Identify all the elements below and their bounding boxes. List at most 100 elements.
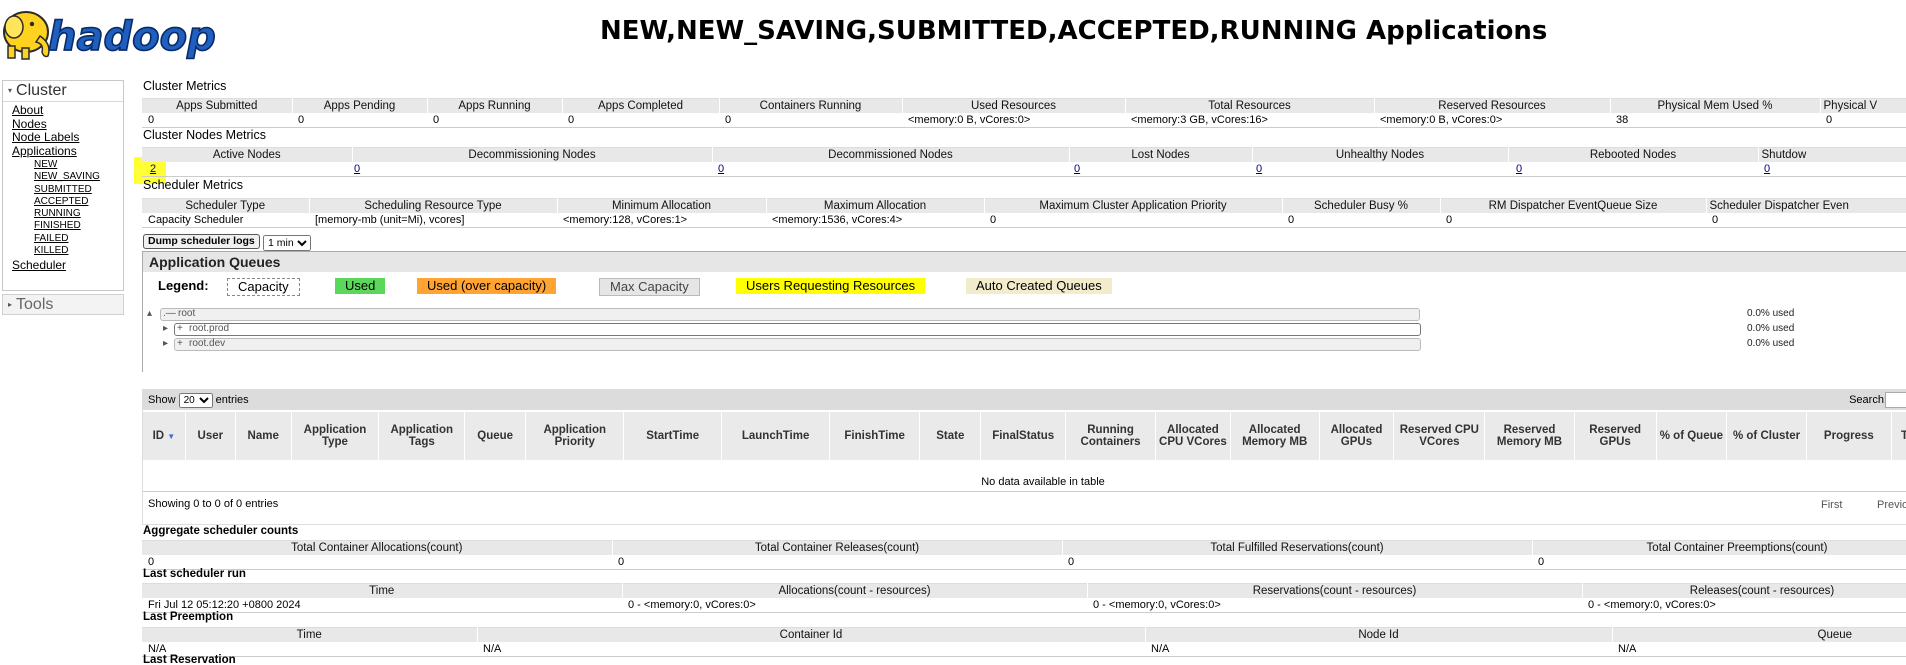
nav-tools-header[interactable]: ▸ Tools: [3, 295, 123, 315]
nav-tools-panel[interactable]: ▸ Tools: [2, 294, 124, 315]
table-header: Scheduling Resource Type: [309, 198, 558, 213]
nodes-metrics-value-row: 2 0 0 0 0 0 0: [142, 162, 1906, 177]
queue-expander-prod[interactable]: ▸: [163, 323, 168, 334]
queue-bar-root[interactable]: .— root: [160, 308, 1420, 321]
nav-state-new[interactable]: NEW: [34, 159, 57, 170]
table-cell: 0: [1706, 213, 1906, 228]
pagination-first-button[interactable]: First: [1821, 499, 1842, 511]
table-cell: 0: [612, 555, 1062, 570]
table-cell: 0: [1062, 555, 1532, 570]
column-header-allocated-gpus[interactable]: Allocated GPUs: [1319, 412, 1395, 460]
search-input[interactable]: [1885, 392, 1906, 408]
nav-state-accepted[interactable]: ACCEPTED: [34, 196, 88, 207]
column-header-user[interactable]: User: [185, 412, 236, 460]
queue-expander-dev[interactable]: ▸: [163, 338, 168, 349]
table-header: Maximum Cluster Application Priority: [984, 198, 1283, 213]
aggregate-value-row: 0 0 0 0: [142, 555, 1906, 570]
table-header: Apps Submitted: [142, 98, 293, 113]
nav-link-applications[interactable]: Applications: [12, 144, 77, 158]
nav-state-killed[interactable]: KILLED: [34, 245, 68, 256]
table-header: Lost Nodes: [1069, 147, 1253, 162]
column-header-finalstatus[interactable]: FinalStatus: [980, 412, 1066, 460]
column-header-running-containers[interactable]: Running Containers: [1065, 412, 1157, 460]
column-header-queue[interactable]: Queue: [464, 412, 527, 460]
last-preemption-table: Time Container Id Node Id Queue N/A N/A …: [142, 627, 1906, 657]
table-header: Scheduler Busy %: [1282, 198, 1441, 213]
unhealthy-nodes-link[interactable]: 0: [1256, 163, 1262, 175]
column-header-reserved-cpu[interactable]: Reserved CPU VCores: [1393, 412, 1486, 460]
nav-state-running[interactable]: RUNNING: [34, 208, 81, 219]
entries-label: entries: [215, 394, 249, 406]
dump-scheduler-logs-button[interactable]: Dump scheduler logs: [143, 234, 260, 249]
nav-app-states: NEW NEW_SAVING SUBMITTED ACCEPTED RUNNIN…: [12, 159, 123, 257]
last-run-title: Last scheduler run: [143, 568, 246, 580]
table-info: Showing 0 to 0 of 0 entries: [148, 498, 279, 510]
table-cell: 0: [984, 213, 1282, 228]
column-header-application-type[interactable]: Application Type: [291, 412, 380, 460]
table-cell: 0: [1282, 213, 1440, 228]
decommissioning-nodes-link[interactable]: 0: [354, 163, 360, 175]
active-nodes-link[interactable]: 2: [150, 163, 156, 175]
decommissioned-nodes-link[interactable]: 0: [718, 163, 724, 175]
table-header: Unhealthy Nodes: [1252, 147, 1509, 162]
nav-tools-label: Tools: [16, 296, 54, 313]
application-queues-title: Application Queues: [143, 252, 1906, 272]
column-header-starttime[interactable]: StartTime: [623, 412, 723, 460]
nav-state-failed[interactable]: FAILED: [34, 233, 68, 244]
column-header-id[interactable]: ID ▼: [143, 412, 186, 460]
column-header-tracking-ui[interactable]: Track U: [1891, 412, 1906, 460]
nav-link-scheduler[interactable]: Scheduler: [12, 258, 66, 273]
table-header: Container Id: [477, 627, 1146, 642]
nav-state-finished[interactable]: FINISHED: [34, 220, 81, 231]
legend-used-over-capacity: Used (over capacity): [417, 278, 557, 294]
queue-bar-dev[interactable]: + root.dev: [174, 338, 1421, 351]
aggregate-counts-title: Aggregate scheduler counts: [143, 525, 299, 537]
table-header: Apps Running: [427, 98, 563, 113]
column-header-allocated-cpu[interactable]: Allocated CPU VCores: [1155, 412, 1231, 460]
column-header-application-priority[interactable]: Application Priority: [525, 412, 625, 460]
legend-users-requesting: Users Requesting Resources: [736, 278, 926, 294]
queue-prod-used: 0.0% used: [1747, 323, 1795, 334]
nav-link-node-labels[interactable]: Node Labels: [12, 130, 79, 144]
expand-arrow-icon: ▸: [8, 300, 13, 310]
column-header-allocated-memory[interactable]: Allocated Memory MB: [1230, 412, 1320, 460]
nav-state-new-saving[interactable]: NEW_SAVING: [34, 171, 100, 182]
column-header-finishtime[interactable]: FinishTime: [829, 412, 921, 460]
queue-bar-prod[interactable]: + root.prod: [174, 323, 1421, 336]
scheduler-metrics-title: Scheduler Metrics: [143, 178, 244, 192]
table-cell: 0: [1532, 555, 1906, 570]
column-header-state[interactable]: State: [919, 412, 982, 460]
dump-interval-select[interactable]: 1 min: [263, 235, 311, 251]
empty-table-message: No data available in table: [143, 473, 1906, 492]
table-header: Scheduler Type: [142, 198, 310, 213]
column-header-pct-cluster[interactable]: % of Cluster: [1726, 412, 1808, 460]
table-header: Node Id: [1145, 627, 1613, 642]
table-header: Total Container Allocations(count): [142, 540, 613, 555]
shutdown-nodes-link[interactable]: 0: [1764, 163, 1770, 175]
column-header-progress[interactable]: Progress: [1806, 412, 1892, 460]
column-header-pct-queue[interactable]: % of Queue: [1656, 412, 1727, 460]
main-content: Cluster Metrics Apps Submitted Apps Pend…: [142, 77, 1906, 665]
column-header-application-tags[interactable]: Application Tags: [378, 412, 466, 460]
column-header-launchtime[interactable]: LaunchTime: [721, 412, 831, 460]
rebooted-nodes-link[interactable]: 0: [1516, 163, 1522, 175]
column-header-reserved-gpus[interactable]: Reserved GPUs: [1574, 412, 1657, 460]
last-run-value-row: Fri Jul 12 05:12:20 +0800 2024 0 - <memo…: [142, 598, 1906, 613]
nav-state-submitted[interactable]: SUBMITTED: [34, 184, 92, 195]
queue-expander-root[interactable]: ▴: [147, 308, 152, 319]
lost-nodes-link[interactable]: 0: [1074, 163, 1080, 175]
column-header-name[interactable]: Name: [235, 412, 292, 460]
pagination-previous-button[interactable]: Previo: [1877, 499, 1906, 511]
nav-cluster-header[interactable]: ▾ Cluster: [3, 81, 123, 102]
column-header-reserved-memory[interactable]: Reserved Memory MB: [1484, 412, 1575, 460]
nav-link-about[interactable]: About: [12, 103, 43, 117]
table-header: Shutdow: [1758, 147, 1906, 162]
table-cell: 0: [292, 113, 427, 128]
table-header: Decommissioning Nodes: [352, 147, 713, 162]
queue-dev-used: 0.0% used: [1747, 338, 1795, 349]
nav-link-nodes[interactable]: Nodes: [12, 117, 47, 131]
table-header: Allocations(count - resources): [622, 583, 1088, 598]
nav-cluster-label: Cluster: [16, 82, 67, 99]
page-size-select[interactable]: 20: [178, 393, 213, 408]
table-cell: N/A: [477, 642, 1145, 657]
